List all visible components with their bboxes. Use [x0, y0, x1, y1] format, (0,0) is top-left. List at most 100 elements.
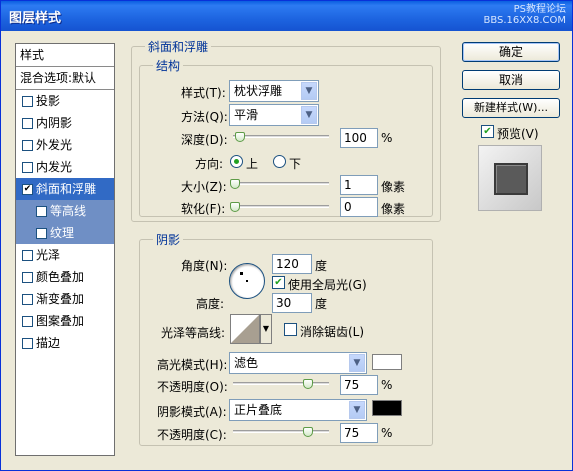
direction-up-label[interactable]: 上: [246, 155, 258, 172]
chevron-down-icon[interactable]: ▼: [301, 106, 317, 124]
texture-checkbox[interactable]: [36, 228, 47, 239]
highlight-opacity-unit: %: [381, 378, 393, 392]
sidebar-item-label: 内发光: [36, 160, 73, 174]
preview-checkbox[interactable]: ✔: [481, 125, 494, 138]
sidebar-item-outer-glow[interactable]: 外发光: [16, 134, 114, 156]
color-overlay-checkbox[interactable]: [22, 272, 33, 283]
contour-curve-icon: [231, 315, 259, 343]
inner-glow-checkbox[interactable]: [22, 162, 33, 173]
ok-button[interactable]: 确定: [462, 42, 560, 62]
soften-label: 软化(F):: [181, 202, 226, 216]
soften-slider-track[interactable]: [233, 205, 329, 208]
contour-checkbox[interactable]: [36, 206, 47, 217]
sidebar-item-contour[interactable]: 等高线: [16, 200, 114, 222]
depth-unit: %: [381, 131, 393, 145]
sidebar-item-label: 光泽: [36, 248, 61, 262]
shading-title: 阴影: [153, 231, 184, 248]
depth-slider-track[interactable]: [233, 135, 329, 138]
title-bar[interactable]: 图层样式 PS教程论坛 BBS.16XX8.COM: [1, 1, 572, 31]
anti-aliased-label[interactable]: 消除锯齿(L): [300, 323, 364, 340]
chevron-down-icon[interactable]: ▼: [301, 82, 317, 100]
highlight-opacity-label: 不透明度(O):: [157, 380, 228, 394]
bevel-emboss-section-title: 斜面和浮雕: [145, 38, 212, 55]
style-select[interactable]: 枕状浮雕 ▼: [229, 80, 319, 102]
drop-shadow-checkbox[interactable]: [22, 96, 33, 107]
altitude-input[interactable]: 30: [272, 293, 312, 313]
shadow-opacity-slider-thumb[interactable]: [303, 427, 313, 437]
sidebar-item-drop-shadow[interactable]: 投影: [16, 90, 114, 112]
sidebar-item-stroke[interactable]: 描边: [16, 332, 114, 354]
styles-header[interactable]: 样式: [16, 44, 114, 66]
sidebar-item-texture[interactable]: 纹理: [16, 222, 114, 244]
shadow-opacity-label: 不透明度(C):: [157, 428, 227, 442]
outer-glow-checkbox[interactable]: [22, 140, 33, 151]
sidebar-item-inner-shadow[interactable]: 内阴影: [16, 112, 114, 134]
highlight-opacity-slider-track[interactable]: [233, 382, 329, 385]
sidebar-item-bevel-emboss[interactable]: ✔ 斜面和浮雕: [16, 178, 114, 200]
sidebar-item-label: 颜色叠加: [36, 270, 85, 284]
sidebar-item-color-overlay[interactable]: 颜色叠加: [16, 266, 114, 288]
sidebar-item-gradient-overlay[interactable]: 渐变叠加: [16, 288, 114, 310]
angle-input[interactable]: 120: [272, 254, 312, 274]
radio-dot: [234, 159, 239, 164]
technique-select[interactable]: 平滑 ▼: [229, 104, 319, 126]
highlight-opacity-slider-thumb[interactable]: [303, 379, 313, 389]
gloss-contour-preview[interactable]: [230, 314, 260, 344]
pattern-overlay-checkbox[interactable]: [22, 316, 33, 327]
shadow-mode-value: 正片叠底: [234, 403, 283, 417]
cancel-button[interactable]: 取消: [462, 70, 560, 90]
direction-down-radio[interactable]: [273, 155, 286, 168]
satin-checkbox[interactable]: [22, 250, 33, 261]
preview-label[interactable]: 预览(V): [497, 125, 539, 142]
stroke-checkbox[interactable]: [22, 338, 33, 349]
highlight-opacity-input[interactable]: 75: [340, 375, 378, 395]
sidebar-item-label: 外发光: [36, 138, 73, 152]
direction-up-radio[interactable]: [230, 155, 243, 168]
inner-shadow-checkbox[interactable]: [22, 118, 33, 129]
new-style-button[interactable]: 新建样式(W)...: [462, 98, 560, 118]
gloss-contour-label: 光泽等高线:: [161, 326, 226, 340]
size-slider-thumb[interactable]: [230, 179, 240, 189]
sidebar-item-label: 描边: [36, 336, 61, 350]
shadow-color-swatch[interactable]: [372, 400, 402, 416]
direction-down-label[interactable]: 下: [289, 155, 301, 172]
style-list: 样式 混合选项:默认 投影 内阴影 外发光 内发光 ✔ 斜面和浮雕 等高线 纹理…: [15, 43, 115, 456]
size-slider-track[interactable]: [233, 182, 329, 185]
structure-title: 结构: [153, 57, 184, 74]
size-unit: 像素: [381, 180, 406, 194]
gradient-overlay-checkbox[interactable]: [22, 294, 33, 305]
size-label: 大小(Z):: [181, 180, 227, 194]
shadow-opacity-slider-track[interactable]: [233, 430, 329, 433]
sidebar-item-satin[interactable]: 光泽: [16, 244, 114, 266]
technique-select-value: 平滑: [234, 108, 259, 122]
depth-slider-thumb[interactable]: [235, 132, 245, 142]
sidebar-item-inner-glow[interactable]: 内发光: [16, 156, 114, 178]
angle-dial[interactable]: [229, 263, 265, 299]
direction-label: 方向:: [195, 157, 224, 171]
watermark-line-2: BBS.16XX8.COM: [483, 15, 566, 26]
technique-label: 方法(Q):: [181, 110, 228, 124]
window-title: 图层样式: [9, 11, 62, 26]
chevron-down-icon[interactable]: ▼: [349, 401, 365, 419]
soften-slider-thumb[interactable]: [230, 202, 240, 212]
shadow-mode-select[interactable]: 正片叠底 ▼: [229, 399, 367, 421]
anti-aliased-checkbox[interactable]: [284, 323, 297, 336]
bevel-emboss-checkbox[interactable]: ✔: [22, 184, 33, 195]
highlight-mode-select[interactable]: 滤色 ▼: [229, 352, 367, 374]
shadow-opacity-input[interactable]: 75: [340, 423, 378, 443]
depth-input[interactable]: 100: [340, 128, 378, 148]
blend-options-item[interactable]: 混合选项:默认: [16, 67, 114, 89]
chevron-down-icon[interactable]: ▼: [260, 314, 272, 344]
highlight-mode-value: 滤色: [234, 356, 259, 370]
soften-input[interactable]: 0: [340, 197, 378, 217]
altitude-label: 高度:: [196, 297, 225, 311]
watermark-line-1: PS教程论坛: [513, 4, 566, 15]
sidebar-item-pattern-overlay[interactable]: 图案叠加: [16, 310, 114, 332]
chevron-down-icon[interactable]: ▼: [349, 354, 365, 372]
highlight-color-swatch[interactable]: [372, 354, 402, 370]
global-light-checkbox[interactable]: ✔: [272, 276, 285, 289]
style-preview-thumbnail: [494, 163, 528, 195]
size-input[interactable]: 1: [340, 175, 378, 195]
sidebar-item-label: 渐变叠加: [36, 292, 85, 306]
global-light-label[interactable]: 使用全局光(G): [288, 276, 367, 293]
